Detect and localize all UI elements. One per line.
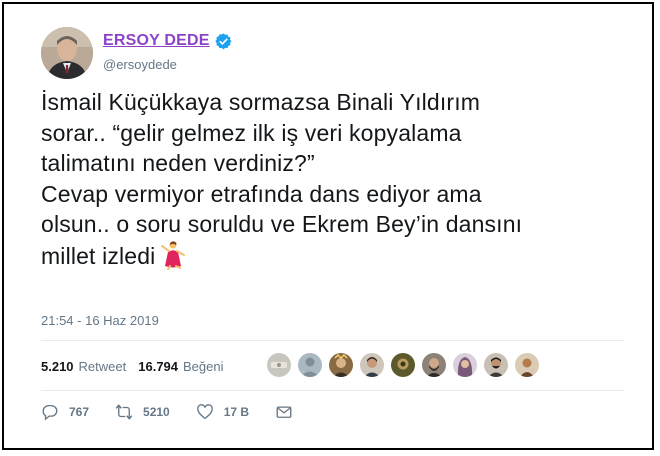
tweet-timestamp[interactable]: 21:54 - 16 Haz 2019 <box>41 313 159 328</box>
like-button[interactable]: 17 B <box>196 403 249 421</box>
like-count: 17 B <box>223 405 250 419</box>
tweet-line: millet izledi <box>41 242 156 269</box>
author-handle[interactable]: @ersoydede <box>103 57 177 72</box>
tweet-line: talimatını neden verdiniz?” <box>41 150 315 176</box>
verified-badge-icon <box>214 32 232 49</box>
likers-list <box>266 352 545 378</box>
tweet-line: sorar.. “gelir gelmez ilk iş veri kopyal… <box>41 119 462 146</box>
tweet-line: İsmail Küçükkaya sormazsa Binali Yıldırı… <box>41 89 481 115</box>
retweet-count: 5210 <box>143 405 170 419</box>
liker-avatar[interactable] <box>514 352 540 378</box>
retweets-count[interactable]: 5.210 <box>41 359 74 374</box>
tweet-stats: 5.210 Retweet 16.794 Beğeni <box>41 359 236 374</box>
liker-avatar[interactable] <box>421 352 447 378</box>
likes-count[interactable]: 16.794 <box>138 359 178 374</box>
reply-icon <box>42 404 58 421</box>
tweet-line: olsun.. o soru soruldu ve Ekrem Bey’in d… <box>41 211 523 237</box>
tweet-text: İsmail Küçükkaya sormazsa Binali Yıldırı… <box>41 87 641 271</box>
envelope-icon <box>276 406 292 418</box>
direct-message-button[interactable] <box>275 403 293 421</box>
reply-count: 767 <box>69 405 90 419</box>
tweet-actions: 767 5210 17 B <box>41 403 319 421</box>
likes-label[interactable]: Beğeni <box>183 359 223 374</box>
retweet-button[interactable]: 5210 <box>115 403 170 421</box>
liker-avatar[interactable] <box>359 352 385 378</box>
author-avatar[interactable] <box>41 27 93 79</box>
liker-avatar[interactable] <box>266 352 292 378</box>
retweet-icon <box>115 404 133 420</box>
author-display-name[interactable]: ERSOY DEDE <box>103 32 210 50</box>
liker-avatar[interactable] <box>390 352 416 378</box>
liker-avatar[interactable] <box>297 352 323 378</box>
divider <box>41 390 624 391</box>
tweet-line: Cevap vermiyor etrafında dans ediyor ama <box>41 180 482 207</box>
author-name-row: ERSOY DEDE <box>103 32 232 50</box>
liker-avatar[interactable] <box>452 352 478 378</box>
dancing-woman-emoji-icon <box>161 240 186 270</box>
liker-avatar[interactable] <box>483 352 509 378</box>
author-avatar-image <box>41 27 93 79</box>
heart-icon <box>196 404 213 420</box>
reply-button[interactable]: 767 <box>41 403 89 421</box>
divider <box>41 340 624 341</box>
retweets-label[interactable]: Retweet <box>79 359 127 374</box>
liker-avatar[interactable] <box>328 352 354 378</box>
